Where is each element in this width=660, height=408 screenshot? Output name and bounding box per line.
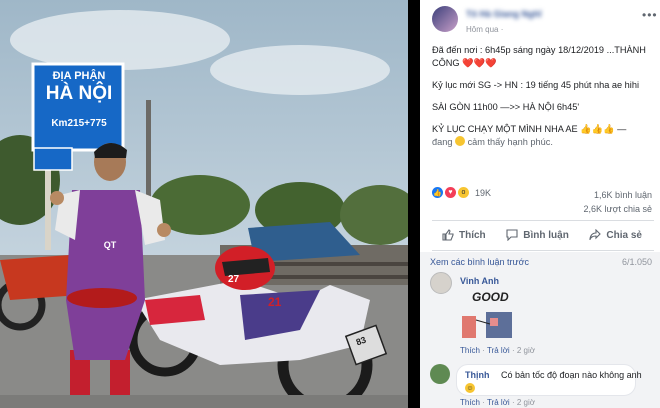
thumbs-up-icon	[442, 229, 454, 241]
comment-like-link[interactable]: Thích	[460, 398, 480, 407]
love-reaction-icon: ♥	[445, 187, 456, 198]
comment-reply-link[interactable]: Trả lời	[487, 398, 510, 407]
comments-section: Xem các bình luận trước 6/1.050 Vinh Anh…	[420, 252, 660, 408]
post-meta: Hôm qua ·	[466, 25, 503, 34]
post-line-4c: cảm thấy hạnh phúc.	[467, 137, 553, 147]
share-label: Chia sẻ	[606, 229, 642, 241]
post-line-4b: đang	[432, 137, 453, 147]
reactions-summary[interactable]: 👍 ♥ o 19K	[432, 187, 491, 198]
sign-text: ĐỊA PHẬN HÀ NỘI Km215+775	[36, 70, 122, 131]
sticker-text: GOOD	[472, 290, 509, 304]
poster-name[interactable]: Tô Hà Giang Nghĩ	[466, 9, 576, 19]
like-label: Thích	[459, 229, 486, 241]
more-options-icon[interactable]: •••	[642, 8, 658, 22]
post-line-3: SÀI GÒN 11h00 —>> HÀ NỘI 6h45'	[432, 102, 580, 112]
commenter-name[interactable]: Thịnh	[465, 370, 490, 380]
comment-label: Bình luận	[523, 229, 569, 241]
good-sticker: GOOD	[460, 286, 516, 340]
theater-gap	[408, 0, 420, 408]
divider	[432, 220, 654, 221]
poster-avatar[interactable]	[432, 6, 458, 32]
share-arrow-icon	[589, 229, 602, 241]
post-actions: Thích Bình luận Chia sẻ	[432, 224, 654, 246]
sign-line-1: ĐỊA PHẬN	[52, 70, 106, 82]
comment-page-count: 6/1.050	[621, 257, 652, 267]
globe-icon: ·	[500, 25, 504, 34]
shares-count[interactable]: 2,6K lượt chia sẻ	[584, 202, 652, 216]
post-body: Đã đến nơi : 6h45p sáng ngày 18/12/2019 …	[432, 44, 654, 149]
like-reaction-icon: 👍	[432, 187, 443, 198]
commenter-name[interactable]: Vinh Anh	[460, 276, 499, 286]
commenter-avatar[interactable]	[430, 272, 452, 294]
motorbike-photo	[0, 0, 408, 408]
comment-footer: Thích · Trả lời · 2 giờ	[460, 346, 535, 355]
helmet-number: 27	[228, 274, 240, 285]
post-time[interactable]: Hôm qua	[466, 25, 498, 34]
sign-line-3: Km215+775	[51, 118, 107, 129]
comment-text: Có bản tốc độ đoạn nào không anh	[501, 370, 642, 380]
comment-button[interactable]: Bình luận	[506, 229, 569, 241]
post-line-4a: KỶ LỤC CHẠY MỘT MÌNH NHA AE 👍👍👍 —	[432, 124, 627, 134]
feeling-emoji-icon	[455, 136, 466, 146]
post-panel: Tô Hà Giang Nghĩ Hôm qua · ••• Đã đến nơ…	[420, 0, 660, 408]
comment-bubble: Thịnh Có bản tốc độ đoạn nào không anh ☺	[456, 364, 642, 396]
jersey-text: QT	[103, 240, 117, 250]
comment-reply-link[interactable]: Trả lời	[487, 346, 510, 355]
divider	[432, 250, 654, 251]
share-button[interactable]: Chia sẻ	[589, 229, 642, 241]
comment-item: Vinh Anh GOOD Thích · Trả lời · 2 giờ	[430, 272, 650, 362]
comment-time[interactable]: 2 giờ	[517, 398, 535, 407]
comment-footer: Thích · Trả lời · 2 giờ	[460, 398, 535, 407]
like-button[interactable]: Thích	[442, 229, 486, 241]
post-line-2: Kỷ lục mới SG -> HN : 19 tiếng 45 phút n…	[432, 80, 639, 90]
post-line-4: KỶ LỤC CHẠY MỘT MÌNH NHA AE 👍👍👍 — đang c…	[432, 123, 654, 149]
haha-reaction-icon: ☺	[465, 383, 475, 393]
comments-count[interactable]: 1,6K bình luận	[584, 188, 652, 202]
post-stats: 1,6K bình luận 2,6K lượt chia sẻ	[584, 188, 652, 216]
sign-line-2: HÀ NỘI	[45, 83, 113, 104]
view-previous-comments[interactable]: Xem các bình luận trước	[430, 257, 529, 267]
reaction-count: 19K	[475, 187, 492, 198]
comment-time[interactable]: 2 giờ	[517, 346, 535, 355]
post-line-1: Đã đến nơi : 6h45p sáng ngày 18/12/2019 …	[432, 45, 646, 68]
commenter-avatar[interactable]	[430, 364, 450, 384]
wow-reaction-icon: o	[458, 187, 469, 198]
post-photo[interactable]: ĐỊA PHẬN HÀ NỘI Km215+775 QT 27 21 83	[0, 0, 408, 408]
comment-icon	[506, 229, 518, 241]
comment-like-link[interactable]: Thích	[460, 346, 480, 355]
comment-item: Thịnh Có bản tốc độ đoạn nào không anh ☺…	[430, 364, 654, 408]
bike-number: 21	[268, 295, 282, 309]
